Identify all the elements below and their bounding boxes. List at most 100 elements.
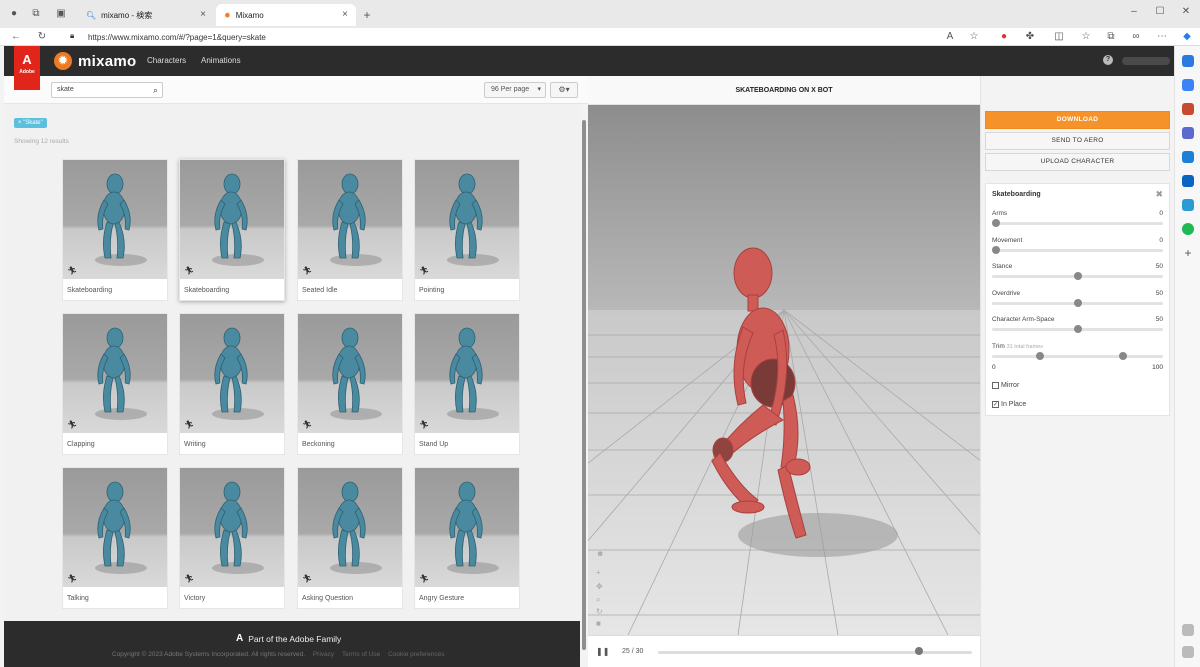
extension-icon[interactable]: ● — [998, 31, 1010, 43]
timeline-track[interactable] — [658, 651, 972, 654]
tools-icon[interactable] — [1182, 103, 1194, 115]
search-icon[interactable]: ⌕ — [153, 85, 158, 96]
settings-dropdown[interactable]: ⚙▾ — [550, 82, 578, 98]
animation-thumbnail: 🏃︎ — [180, 314, 284, 433]
close-icon[interactable]: ✖ — [1155, 189, 1163, 200]
animation-card[interactable]: 🏃︎ Stand Up — [414, 313, 520, 455]
sidebar-toggle-icon[interactable] — [1182, 624, 1194, 636]
close-tab-icon[interactable]: × — [200, 9, 206, 20]
browser-tab-mixamo[interactable]: ✹ Mixamo × — [216, 4, 356, 26]
motion-icon: 🏃︎ — [419, 574, 430, 583]
nav-animations[interactable]: Animations — [201, 56, 241, 65]
rotate-icon[interactable]: ↻ — [596, 607, 603, 616]
trim-track[interactable] — [992, 355, 1163, 358]
maximize-icon[interactable]: ☐ — [1154, 6, 1166, 18]
slider-handle[interactable] — [992, 245, 1000, 254]
mixamo-brand[interactable]: ✹ mixamo — [54, 52, 137, 70]
copilot-sidebar-icon[interactable]: ◆ — [1181, 31, 1193, 43]
split-screen-icon[interactable]: ◫ — [1053, 31, 1065, 43]
filter-tag[interactable]: × "Skate" — [14, 118, 47, 128]
trim-max: 100 — [1152, 364, 1163, 371]
minimize-icon[interactable]: – — [1128, 6, 1140, 18]
send-to-aero-button[interactable]: SEND TO AERO — [985, 132, 1170, 150]
collections-toolbar-icon[interactable]: ⧉ — [1105, 31, 1117, 43]
more-icon[interactable]: ⋯ — [1156, 31, 1168, 43]
slider-value: 50 — [1155, 316, 1163, 323]
animation-card[interactable]: 🏃︎ Angry Gesture — [414, 467, 520, 609]
playback-bar: ❚❚ 25 / 30 — [588, 635, 980, 667]
close-window-icon[interactable]: ✕ — [1180, 6, 1192, 18]
spotify-icon[interactable] — [1182, 223, 1194, 235]
slider-handle[interactable] — [1073, 325, 1082, 333]
nav-characters[interactable]: Characters — [147, 56, 186, 65]
read-aloud-icon[interactable]: A — [944, 31, 956, 43]
favorites-bar-icon[interactable]: ☆ — [1080, 31, 1092, 43]
record-icon[interactable]: ■ — [596, 619, 601, 628]
notifications-icon[interactable] — [1182, 55, 1194, 67]
tab-label: Mixamo — [235, 10, 264, 20]
browser-tab-search[interactable]: 🔍︎ mixamo - 検索 × — [78, 4, 214, 26]
tab-actions-icon[interactable]: ▣ — [55, 8, 67, 20]
checkbox-icon — [992, 382, 999, 389]
privacy-link[interactable]: Privacy — [313, 651, 334, 658]
adobe-a-icon: A — [236, 633, 244, 644]
slider-track[interactable] — [992, 248, 1163, 252]
collections-icon[interactable]: ⧉ — [30, 8, 42, 20]
outlook-icon[interactable] — [1182, 175, 1194, 187]
new-tab-icon[interactable]: + — [361, 9, 373, 21]
animation-card[interactable]: 🏃︎ Skateboarding — [62, 159, 168, 301]
animation-card[interactable]: 🏃︎ Pointing — [414, 159, 520, 301]
mirror-checkbox[interactable]: Mirror — [992, 382, 1019, 389]
per-page-select[interactable]: 96 Per page ▾ — [484, 82, 546, 98]
slider-handle[interactable] — [992, 219, 1000, 227]
animation-card[interactable]: 🏃︎ Writing — [179, 313, 285, 455]
animation-card[interactable]: 🏃︎ Asking Question — [297, 467, 403, 609]
user-menu[interactable] — [1122, 57, 1170, 65]
profile-icon[interactable]: ● — [8, 8, 20, 20]
animation-card[interactable]: 🏃︎ Talking — [62, 467, 168, 609]
close-tab-icon[interactable]: × — [342, 9, 348, 20]
animation-name: Angry Gesture — [419, 595, 465, 602]
animation-card[interactable]: 🏃︎ Victory — [179, 467, 285, 609]
scrollbar-thumb[interactable] — [582, 120, 586, 650]
upload-character-button[interactable]: UPLOAD CHARACTER — [985, 153, 1170, 171]
timeline-handle[interactable] — [914, 647, 923, 655]
settings-title: Skateboarding — [992, 191, 1041, 198]
adobe-family[interactable]: A Part of the Adobe Family — [236, 633, 341, 644]
search-input[interactable]: skate ⌕ — [51, 82, 163, 98]
download-button[interactable]: DOWNLOAD — [985, 111, 1170, 129]
pause-icon[interactable]: ❚❚ — [596, 647, 609, 656]
office-icon[interactable] — [1182, 151, 1194, 163]
pan-icon[interactable]: ✥ — [596, 582, 603, 591]
trim-end-handle[interactable] — [1118, 352, 1127, 360]
add-sidebar-icon[interactable]: + — [1182, 247, 1194, 259]
in-place-checkbox[interactable]: ✓ In Place — [992, 401, 1026, 408]
animation-card[interactable]: 🏃︎ Skateboarding — [179, 159, 285, 301]
trim-start-handle[interactable] — [1036, 352, 1045, 360]
zoom-in-icon[interactable]: + — [596, 568, 601, 577]
motion-icon: 🏃︎ — [67, 420, 78, 429]
slider-handle[interactable] — [1073, 272, 1082, 280]
help-icon[interactable]: ? — [1103, 55, 1113, 65]
back-icon[interactable]: ← — [10, 31, 22, 43]
settings-icon[interactable] — [1182, 646, 1194, 658]
camera-icon[interactable]: ☻ — [596, 549, 604, 558]
animation-card[interactable]: 🏃︎ Seated Idle — [297, 159, 403, 301]
url-field[interactable]: 🔒︎ https://www.mixamo.com/#/?page=1&quer… — [60, 30, 990, 44]
designer-icon[interactable] — [1182, 199, 1194, 211]
favorite-icon[interactable]: ☆ — [968, 31, 980, 43]
animation-card[interactable]: 🏃︎ Beckoning — [297, 313, 403, 455]
extension-puzzle-icon[interactable]: ✤ — [1024, 31, 1036, 43]
copilot-icon[interactable]: ∞ — [1130, 31, 1142, 43]
games-icon[interactable] — [1182, 127, 1194, 139]
3d-viewport[interactable]: ☻ + ✥ ⌕ ↻ ■ — [588, 105, 980, 635]
terms-link[interactable]: Terms of Use — [342, 651, 380, 658]
slider-handle[interactable] — [1073, 298, 1082, 307]
refresh-icon[interactable]: ↻ — [36, 31, 48, 43]
animation-card[interactable]: 🏃︎ Clapping — [62, 313, 168, 455]
slider-track[interactable] — [992, 222, 1163, 225]
adobe-logo[interactable]: A Adobe — [14, 46, 40, 90]
shopping-icon[interactable] — [1182, 79, 1194, 91]
cookie-link[interactable]: Cookie preferences — [388, 651, 444, 658]
zoom-icon[interactable]: ⌕ — [596, 595, 600, 605]
